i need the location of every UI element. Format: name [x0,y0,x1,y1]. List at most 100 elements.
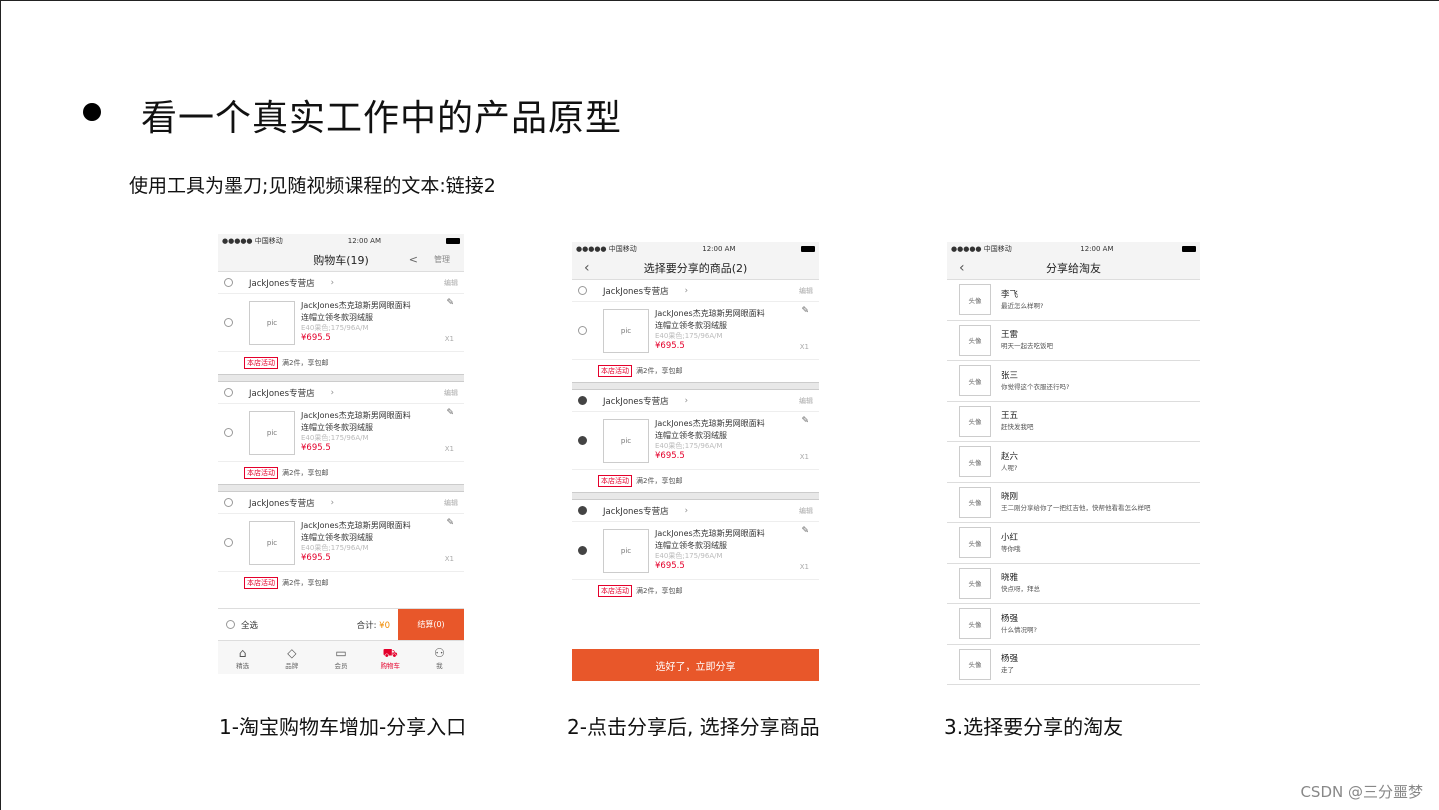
item-radio[interactable] [578,436,587,445]
cart-item: pic JackJones杰克琼斯男网眼面料 连帽立领冬款羽绒服 E40果色;175/… [218,514,464,572]
tab-label: 购物车 [380,661,400,670]
item-radio[interactable] [224,538,233,547]
store-name: JackJones专营店 [249,498,315,509]
cart-item: pic JackJones杰克琼斯男网眼面料 连帽立领冬款羽绒服 E40果色;175/… [572,302,819,360]
cart-item: pic JackJones杰克琼斯男网眼面料 连帽立领冬款羽绒服 E40果色;175/… [218,404,464,462]
product-info: JackJones杰克琼斯男网眼面料 连帽立领冬款羽绒服 E40果色;175/96A… [655,528,813,573]
phone-cart: ●●●●● 中国移动 12:00 AM 购物车(19) < 管理 JackJon… [218,234,464,674]
friend-name: 张三 [1001,370,1019,381]
back-icon[interactable]: ‹ [959,260,965,276]
tab-label: 我 [436,661,443,670]
slide: 看一个真实工作中的产品原型 使用工具为墨刀;见随视频课程的文本:链接2 ●●●●… [0,0,1439,810]
manage-button[interactable]: 管理 [434,254,450,265]
product-spec: E40果色;175/96A/M [301,324,369,333]
friend-row[interactable]: 头像 杨强 走了 [947,645,1200,685]
friend-text: 晓刚 王二刚分享给你了一把红吉他，快帮他看看怎么样吧 [1001,491,1151,513]
friend-row[interactable]: 头像 晓雅 快点呀，拜总 [947,564,1200,604]
cart-title: 购物车(19) [313,253,369,267]
tab-home[interactable]: ⌂ 精选 [218,641,267,674]
tab-label: 会员 [334,661,348,670]
store-radio[interactable] [578,396,587,405]
pencil-icon[interactable]: ✎ [446,518,454,528]
friend-row[interactable]: 头像 杨强 什么情况啊? [947,604,1200,645]
item-radio[interactable] [224,318,233,327]
avatar: 头像 [959,608,991,640]
tab-user[interactable]: ⚇ 我 [415,641,464,674]
item-radio[interactable] [224,428,233,437]
edit-button[interactable]: 编辑 [799,396,813,406]
friend-list: 头像 李飞 最近怎么样啊? 头像 王雷 明天一起去吃饭吧 头像 张三 你觉得这个衣服还行吗? 头像… [947,280,1200,685]
store-row: JackJones专营店 › 编辑 [572,500,819,522]
tab-diamond[interactable]: ◇ 品牌 [267,641,316,674]
friend-row[interactable]: 头像 王五 赶快发我吧 [947,402,1200,442]
friend-message: 等你哦 [1001,544,1021,553]
slide-title: 看一个真实工作中的产品原型 [141,98,623,139]
product-qty: X1 [444,335,454,343]
edit-button[interactable]: 编辑 [444,388,458,398]
chevron-right-icon: › [684,285,688,296]
store-radio[interactable] [224,278,233,287]
product-info: JackJones杰克琼斯男网眼面料 连帽立领冬款羽绒服 E40果色;175/96A… [301,520,458,565]
edit-button[interactable]: 编辑 [444,498,458,508]
tab-card[interactable]: ▭ 会员 [316,641,365,674]
product-title-line1: JackJones杰克琼斯男网眼面料 [655,419,765,429]
store-row: JackJones专营店 › 编辑 [572,390,819,412]
friend-text: 杨强 走了 [1001,653,1018,675]
friends-title: 分享给淘友 [1046,261,1101,275]
avatar: 头像 [959,648,991,680]
edit-button[interactable]: 编辑 [799,506,813,516]
product-spec: E40果色;175/96A/M [655,442,723,451]
item-radio[interactable] [578,546,587,555]
friend-name: 李飞 [1001,289,1019,300]
promo-row: 本店活动 满2件，享包邮 [218,462,464,484]
friend-row[interactable]: 头像 小红 等你哦 [947,523,1200,564]
friend-text: 小红 等你哦 [1001,532,1021,554]
store-radio[interactable] [224,498,233,507]
store-row: JackJones专营店 › 编辑 [572,280,819,302]
store-radio[interactable] [578,286,587,295]
friend-row[interactable]: 头像 赵六 人呢? [947,442,1200,483]
tab-cart[interactable]: ⛟ 购物车 [366,641,415,674]
product-spec: E40果色;175/96A/M [655,552,723,561]
share-now-button[interactable]: 选好了，立即分享 [572,649,819,681]
friend-name: 王五 [1001,411,1019,422]
checkout-button[interactable]: 结算(0) [398,608,464,641]
carrier: ●●●●● 中国移动 [576,245,637,253]
share-icon[interactable]: < [409,253,418,266]
pencil-icon[interactable]: ✎ [801,526,809,536]
product-qty: X1 [799,563,809,571]
clock: 12:00 AM [1080,245,1114,253]
store-radio[interactable] [578,506,587,515]
edit-button[interactable]: 编辑 [799,286,813,296]
friend-name: 赵六 [1001,451,1019,462]
friend-row[interactable]: 头像 晓刚 王二刚分享给你了一把红吉他，快帮他看看怎么样吧 [947,483,1200,523]
product-info: JackJones杰克琼斯男网眼面料 连帽立领冬款羽绒服 E40果色;175/96A… [655,308,813,353]
friend-row[interactable]: 头像 李飞 最近怎么样啊? [947,280,1200,321]
pencil-icon[interactable]: ✎ [801,416,809,426]
item-radio[interactable] [578,326,587,335]
store-row: JackJones专营店 › 编辑 [218,382,464,404]
chevron-right-icon: › [684,395,688,406]
friend-row[interactable]: 头像 王雷 明天一起去吃饭吧 [947,321,1200,361]
product-title-line2: 连帽立领冬款羽绒服 [301,422,373,432]
select-all-radio[interactable] [226,620,235,629]
friend-row[interactable]: 头像 张三 你觉得这个衣服还行吗? [947,361,1200,402]
product-price: ¥695.5 [301,333,331,344]
store-row: JackJones专营店 › 编辑 [218,272,464,294]
cart-navbar: 购物车(19) < 管理 [218,248,464,272]
back-icon[interactable]: ‹ [584,260,590,276]
section-divider [218,374,464,382]
pencil-icon[interactable]: ✎ [446,298,454,308]
store-radio[interactable] [224,388,233,397]
friend-text: 杨强 什么情况啊? [1001,613,1037,635]
pencil-icon[interactable]: ✎ [446,408,454,418]
product-title-line2: 连帽立领冬款羽绒服 [301,532,373,542]
cart-list: JackJones专营店 › 编辑 pic JackJones杰克琼斯男网眼面料 连帽立领… [218,272,464,594]
edit-button[interactable]: 编辑 [444,278,458,288]
select-list: JackJones专营店 › 编辑 pic JackJones杰克琼斯男网眼面料 连帽立领… [572,280,819,602]
chevron-right-icon: › [330,387,334,398]
pencil-icon[interactable]: ✎ [801,306,809,316]
avatar: 头像 [959,527,991,559]
select-navbar: ‹ 选择要分享的商品(2) [572,256,819,280]
product-image: pic [249,300,295,345]
